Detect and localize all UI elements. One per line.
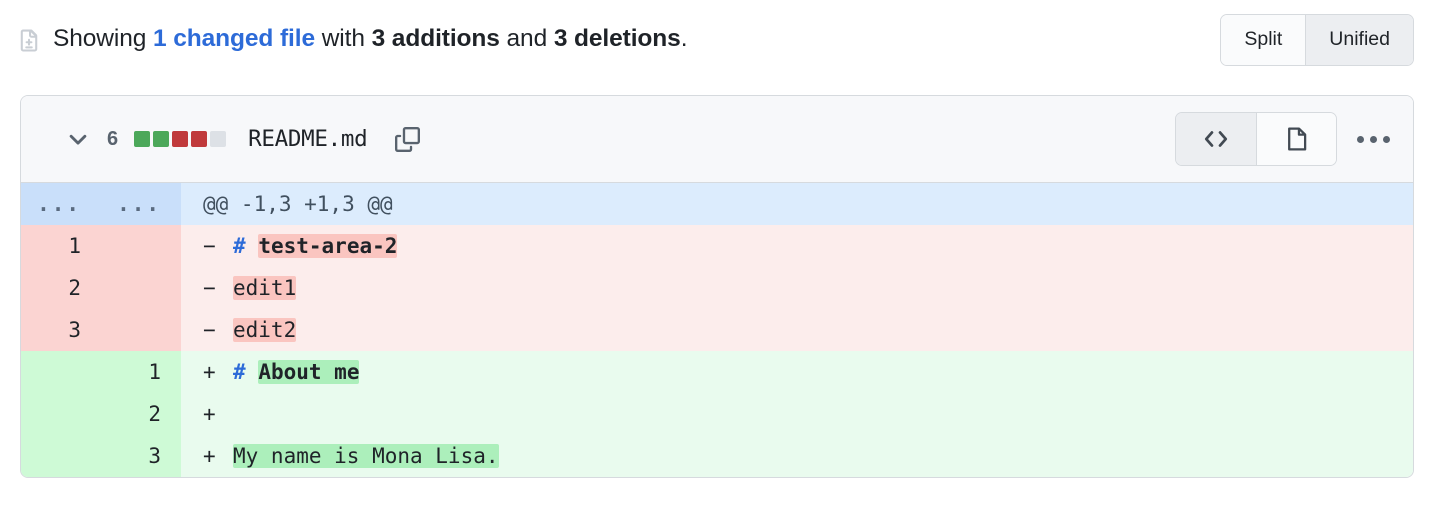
summary-suffix: . [680,24,688,52]
line-number-new[interactable]: 3 [101,435,181,477]
copy-icon[interactable] [389,121,425,157]
diff-view-toggle[interactable]: Split Unified [1220,14,1414,66]
diff-line-content: − edit1 [181,267,1413,309]
diff-line-content: + # About me [181,351,1413,393]
summary-middle: with [314,24,372,52]
file-view-mode-group[interactable] [1175,112,1337,166]
diff-file-icon [18,27,40,54]
diff-row-addition: 2 + [21,393,1413,435]
diff-line-content: − edit2 [181,309,1413,351]
line-number-old[interactable]: 1 [21,225,101,267]
diff-row-addition: 1 + # About me [21,351,1413,393]
diff-table-body: ... ... @@ -1,3 +1,3 @@ 1 − # test-area-2… [21,183,1413,477]
diffstat-block-del-2 [191,131,208,147]
changed-word: About me [258,360,360,384]
line-number-new[interactable]: 1 [101,351,181,393]
diff-summary-text: Showing 1 changed file with 3 additions … [53,24,688,52]
diff-table: ... ... @@ -1,3 +1,3 @@ 1 − # test-area-2… [21,183,1413,477]
diff-row-hunk: ... ... @@ -1,3 +1,3 @@ [21,183,1413,225]
diffstat-blocks [134,131,227,147]
addition-marker: + [203,444,216,468]
diff-line-content: + [181,393,1413,435]
file-document-icon[interactable] [1256,113,1336,165]
markdown-heading-hash: # [233,360,246,384]
diff-file-card: 6 README.md ... ... @@ -1,3 +1,3 @@ 1 − … [20,95,1414,478]
diff-summary-bar: Showing 1 changed file with 3 additions … [0,0,1434,78]
line-number-new[interactable] [101,309,181,351]
diffstat-block-add-2 [153,131,170,147]
diffstat-block-neutral-1 [210,131,227,147]
line-number-old[interactable] [21,393,101,435]
line-number-old[interactable]: 2 [21,267,101,309]
hunk-old-ln[interactable]: ... [21,183,101,225]
diff-row-addition: 3 + My name is Mona Lisa. [21,435,1413,477]
diffstat-block-add-1 [134,131,151,147]
diff-line-content: + My name is Mona Lisa. [181,435,1413,477]
addition-marker: + [203,360,216,384]
summary-prefix: Showing [53,24,153,52]
deletion-marker: − [203,318,216,342]
hunk-header-text: @@ -1,3 +1,3 @@ [181,183,1413,225]
code-brackets-icon[interactable] [1176,113,1256,165]
changed-word: edit1 [233,276,297,300]
summary-additions: 3 additions [371,24,500,52]
changed-word: test-area-2 [258,234,398,258]
diff-row-deletion: 3 − edit2 [21,309,1413,351]
file-name[interactable]: README.md [248,126,368,152]
line-number-new[interactable] [101,267,181,309]
hunk-new-ln[interactable]: ... [101,183,181,225]
changed-files-link[interactable]: 1 changed file [153,25,315,52]
changed-word: edit2 [233,318,297,342]
line-number-new[interactable]: 2 [101,393,181,435]
diff-row-deletion: 2 − edit1 [21,267,1413,309]
addition-marker: + [203,402,216,426]
deletion-marker: − [203,276,216,300]
line-number-old[interactable]: 3 [21,309,101,351]
markdown-heading-hash: # [233,234,246,258]
diff-row-deletion: 1 − # test-area-2 [21,225,1413,267]
summary-deletions: 3 deletions [553,24,681,52]
line-number-old[interactable] [21,435,101,477]
line-number-old[interactable] [21,351,101,393]
file-change-count: 6 [107,127,119,150]
line-number-new[interactable] [101,225,181,267]
diff-line-content: − # test-area-2 [181,225,1413,267]
deletion-marker: − [203,234,216,258]
split-view-button[interactable]: Split [1221,15,1306,65]
changed-word: My name is Mona Lisa. [233,444,499,468]
kebab-menu-icon[interactable] [1349,117,1397,161]
chevron-down-icon[interactable] [61,122,95,156]
diff-file-header: 6 README.md [21,96,1413,183]
summary-conjunction: and [499,24,554,52]
unified-view-button[interactable]: Unified [1305,15,1413,65]
diffstat-block-del-1 [172,131,189,147]
